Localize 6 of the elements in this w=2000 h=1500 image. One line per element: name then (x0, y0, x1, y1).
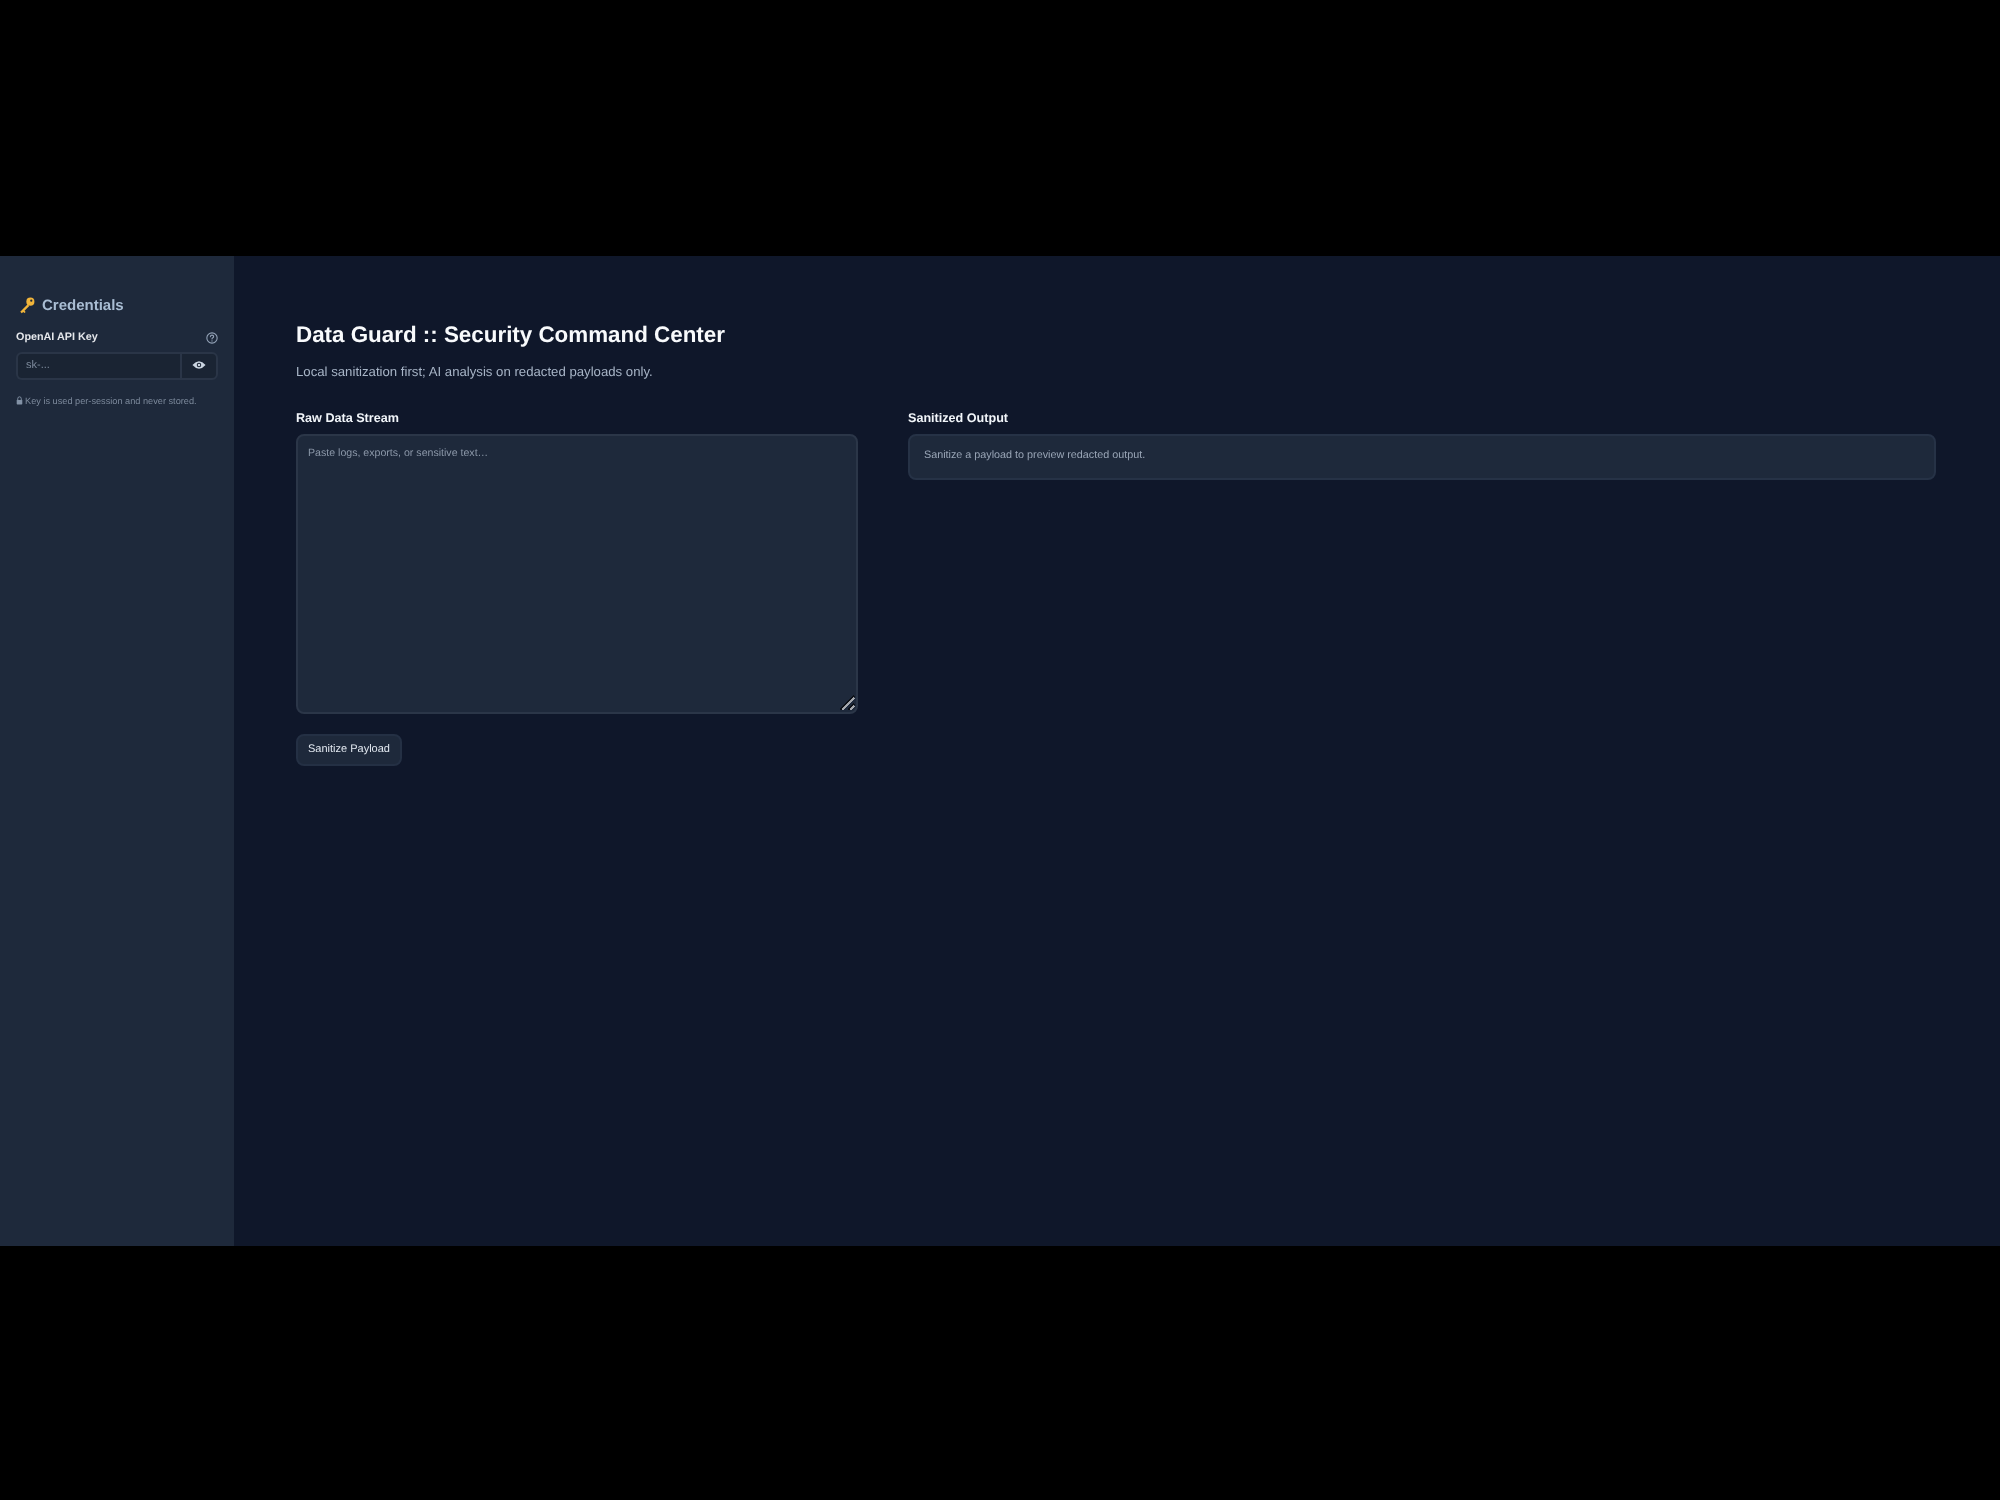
page-title: Data Guard :: Security Command Center (296, 321, 725, 349)
eye-icon (192, 360, 206, 370)
help-icon[interactable] (206, 331, 218, 343)
lock-icon (16, 396, 23, 406)
show-key-button[interactable] (180, 351, 218, 379)
key-icon (18, 296, 36, 314)
